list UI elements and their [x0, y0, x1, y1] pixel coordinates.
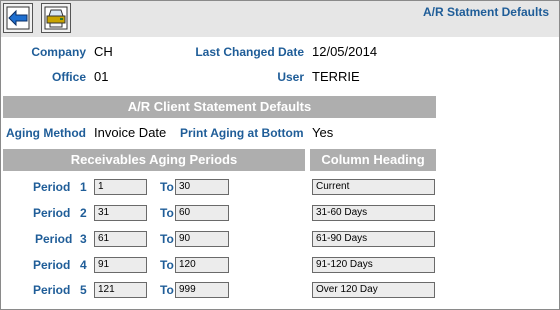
office-value: 01	[94, 69, 109, 84]
to-label: To	[160, 258, 174, 272]
toolbar: A/R Statment Defaults	[1, 1, 559, 37]
column-heading-input[interactable]: 61-90 Days	[312, 231, 435, 247]
user-label: User	[277, 70, 304, 84]
period-label: Period	[33, 258, 71, 272]
column-heading-header: Column Heading	[310, 149, 436, 171]
to-label: To	[160, 232, 174, 246]
period-label: Period	[35, 232, 73, 246]
to-label: To	[160, 206, 174, 220]
printer-icon	[44, 6, 68, 30]
office-label: Office	[51, 70, 86, 84]
to-label: To	[160, 283, 174, 297]
column-heading-input[interactable]: Current	[312, 179, 435, 195]
client-statement-header: A/R Client Statement Defaults	[3, 96, 436, 118]
period-label: Period	[33, 180, 71, 194]
aging-method-label: Aging Method	[6, 126, 86, 140]
period-to-input[interactable]: 999	[175, 282, 229, 298]
window-frame: A/R Statment Defaults Company CH Last Ch…	[0, 0, 560, 310]
period-from-input[interactable]: 1	[94, 179, 147, 195]
print-aging-label: Print Aging at Bottom	[180, 126, 304, 140]
period-from-input[interactable]: 61	[94, 231, 147, 247]
aging-method-value: Invoice Date	[94, 125, 167, 140]
period-number: 1	[80, 180, 87, 194]
period-to-input[interactable]: 90	[175, 231, 229, 247]
column-heading-input[interactable]: 91-120 Days	[312, 257, 435, 273]
period-number: 3	[80, 232, 87, 246]
aging-periods-header: Receivables Aging Periods	[3, 149, 305, 171]
period-to-input[interactable]: 120	[175, 257, 229, 273]
period-number: 4	[80, 258, 87, 272]
to-label: To	[160, 180, 174, 194]
period-number: 2	[80, 206, 87, 220]
period-number: 5	[80, 283, 87, 297]
user-value: TERRIE	[312, 69, 360, 84]
company-label: Company	[31, 45, 86, 59]
print-button[interactable]	[41, 3, 71, 33]
period-from-input[interactable]: 91	[94, 257, 147, 273]
period-to-input[interactable]: 30	[175, 179, 229, 195]
print-aging-value: Yes	[312, 125, 334, 140]
app-title: A/R Statment Defaults	[422, 5, 549, 19]
company-value: CH	[94, 44, 113, 59]
last-changed-value: 12/05/2014	[312, 44, 378, 59]
last-changed-label: Last Changed Date	[195, 45, 304, 59]
period-label: Period	[33, 283, 71, 297]
period-from-input[interactable]: 121	[94, 282, 147, 298]
back-button[interactable]	[3, 3, 33, 33]
back-arrow-icon	[6, 6, 30, 30]
period-label: Period	[33, 206, 71, 220]
period-to-input[interactable]: 60	[175, 205, 229, 221]
period-from-input[interactable]: 31	[94, 205, 147, 221]
column-heading-input[interactable]: Over 120 Day	[312, 282, 435, 298]
column-heading-input[interactable]: 31-60 Days	[312, 205, 435, 221]
